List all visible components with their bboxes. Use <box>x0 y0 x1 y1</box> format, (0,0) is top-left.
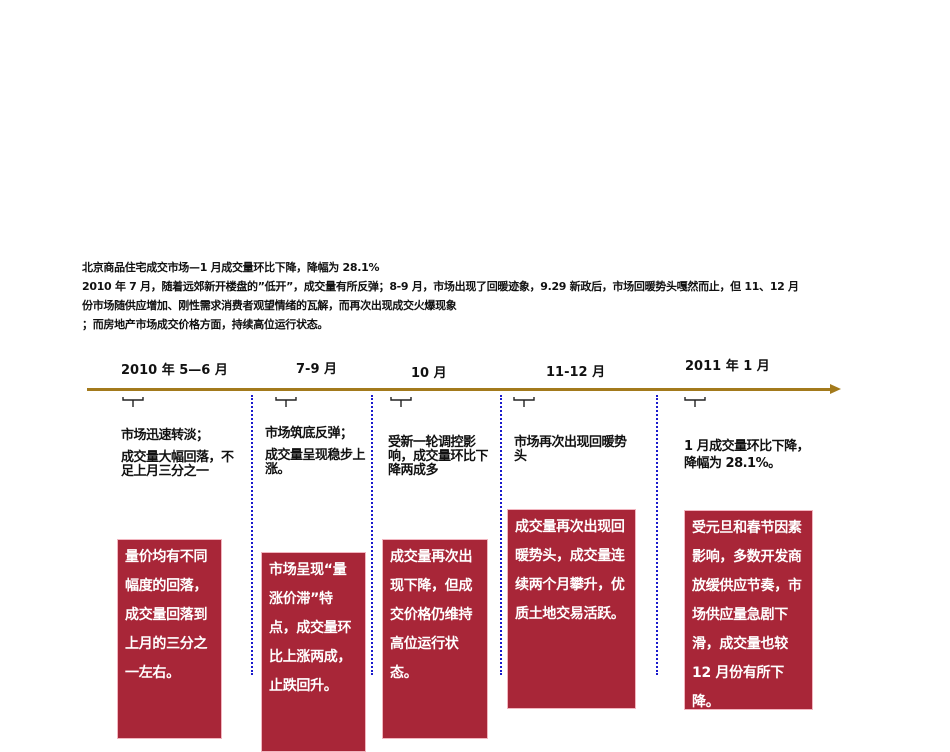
timeline-axis <box>87 388 832 391</box>
period-description: 市场筑底反弹； 成交量呈现稳步上涨。 <box>265 426 366 485</box>
summary-header: 北京商品住宅成交市场—1 月成交量环比下降，降幅为 28.1% 2010 年 7… <box>82 258 882 334</box>
desc-line: 成交量呈现稳步上涨。 <box>265 448 366 477</box>
desc-line: 1 月成交量环比下降，降幅为 28.1%。 <box>684 439 810 471</box>
detail-box: 市场呈现“量涨价滞”特点，成交量环比上涨两成，止跌回升。 <box>261 552 366 752</box>
period-label: 2010 年 5—6 月 <box>121 363 228 378</box>
desc-line: 市场筑底反弹； <box>265 426 353 441</box>
divider <box>251 395 253 675</box>
desc-line: 市场迅速转淡； <box>121 428 209 443</box>
divider <box>500 395 502 675</box>
period-description: 市场迅速转淡； 成交量大幅回落，不足上月三分之一 <box>121 429 236 487</box>
desc-line: 成交量大幅回落，不足上月三分之一 <box>121 450 234 479</box>
brace-icon <box>275 397 297 407</box>
period-label: 7-9 月 <box>296 362 338 377</box>
brace-icon <box>390 397 412 407</box>
period-label: 2011 年 1 月 <box>685 359 770 374</box>
detail-box: 成交量再次出现下降，但成交价格仍维持高位运行状态。 <box>382 539 488 739</box>
desc-line: 市场再次出现回暖势头 <box>514 435 627 464</box>
detail-box: 量价均有不同幅度的回落，成交量回落到上月的三分之一左右。 <box>117 539 222 739</box>
period-label: 10 月 <box>411 366 447 381</box>
divider <box>656 395 658 675</box>
summary-line: ；而房地产市场成交价格方面，持续高位运行状态。 <box>82 318 329 331</box>
summary-line: 2010 年 7 月，随着远郊新开楼盘的”低开”，成交量有所反弹；8-9 月，市… <box>82 280 799 293</box>
arrow-right-icon <box>830 384 841 394</box>
brace-icon <box>684 397 706 407</box>
period-description: 1 月成交量环比下降，降幅为 28.1%。 <box>684 438 819 480</box>
divider <box>371 395 373 675</box>
period-description: 受新一轮调控影响，成交量环比下降两成多 <box>388 435 489 486</box>
detail-box: 成交量再次出现回暖势头，成交量连续两个月攀升，优质土地交易活跃。 <box>507 509 636 709</box>
period-label: 11-12 月 <box>546 365 606 380</box>
period-description: 市场再次出现回暖势头 <box>514 436 629 472</box>
summary-title: 北京商品住宅成交市场—1 月成交量环比下降，降幅为 28.1% <box>82 261 380 274</box>
detail-box: 受元旦和春节因素影响，多数开发商放缓供应节奏，市场供应量急剧下滑，成交量也较 1… <box>684 510 813 710</box>
brace-icon <box>513 397 535 407</box>
desc-line: 受新一轮调控影响，成交量环比下降两成多 <box>388 435 489 478</box>
summary-line: 份市场随供应增加、刚性需求消费者观望情绪的瓦解，而再次出现成交火爆现象 <box>82 299 457 312</box>
brace-icon <box>122 397 144 407</box>
